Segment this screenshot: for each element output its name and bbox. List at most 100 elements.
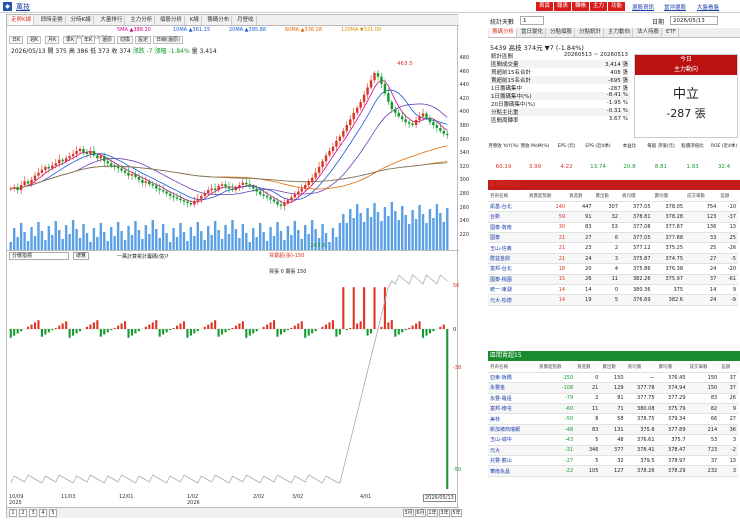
candlestick-chart[interactable]: 463.5 243.5 — [9, 55, 449, 250]
tool-0[interactable]: 日K — [9, 36, 24, 44]
tab-0[interactable]: 走勢K線 — [9, 16, 35, 25]
chip-bar — [186, 329, 189, 338]
table-row[interactable]: 玉山-城中 -43 5 48 376.61 375.7 53 3 — [488, 434, 738, 446]
volume-bar — [376, 212, 380, 250]
transfer-button[interactable]: 轉帳 — [572, 2, 590, 11]
column-header: 賣均價 — [652, 191, 685, 202]
table-row[interactable]: 富邦-台北 18 20 4 375.86 376.38 24 -20 — [488, 263, 738, 275]
chip-indicator-chart[interactable] — [9, 261, 449, 489]
tab-2[interactable]: 分時K線 — [69, 16, 94, 25]
tool-4[interactable]: 年K — [81, 36, 96, 44]
link-daytrade[interactable]: 當沖選股 — [664, 3, 686, 11]
tool-5[interactable]: 還原 — [99, 36, 116, 44]
table-row[interactable]: 玉山-信義 21 23 2 377.12 375.25 25 -26 — [488, 242, 738, 254]
table-cell: 53 — [687, 434, 720, 446]
tab-3[interactable]: 大量排行 — [98, 16, 126, 25]
volume-bar — [61, 239, 64, 250]
tool-8[interactable]: 日線(還原) — [153, 36, 183, 44]
report-button[interactable]: 報表 — [554, 2, 572, 11]
column-header: 賣出數 — [600, 362, 626, 373]
table-row[interactable]: 凱基-台北 140 447 307 377.05 378.05 754 -10 — [488, 201, 738, 213]
tool-7[interactable]: 設定 — [135, 36, 152, 44]
chip-tab-4[interactable]: 主力動向 — [606, 28, 634, 37]
chip-tab-6[interactable]: ETF — [664, 28, 679, 37]
app-icon: ◆ — [3, 2, 12, 11]
table-row[interactable]: 台新 59 91 32 378.81 378.28 123 -37 — [488, 211, 738, 223]
chip-bar — [40, 329, 43, 337]
table-row[interactable]: 元大 -31 346 377 378.41 378.47 723 -2 — [488, 445, 738, 457]
candle — [272, 199, 276, 202]
candle — [324, 155, 328, 162]
metric-value: 20.8 — [623, 164, 636, 170]
table-row[interactable]: 統一-東湖 14 14 0 380.36 375 14 9 — [488, 284, 738, 296]
link-stock-info[interactable]: 選股資訊 — [632, 3, 654, 11]
chip-bar — [342, 287, 345, 329]
range-2[interactable]: 1年 — [427, 509, 438, 517]
indicator-select[interactable]: 分散指標 — [9, 252, 69, 260]
chip-tab-1[interactable]: 當日變化 — [519, 28, 547, 37]
range-0[interactable]: 3月 — [403, 509, 414, 517]
tool-6[interactable]: 切換 — [117, 36, 134, 44]
main-force-button[interactable]: 主力 — [590, 2, 608, 11]
range-4[interactable]: 5年 — [451, 509, 462, 517]
chip-tab-5[interactable]: 法人持股 — [635, 28, 663, 37]
table-row[interactable]: 群益金鼎 21 24 3 375.87 374.75 27 -5 — [488, 253, 738, 265]
table-row[interactable]: 永豐金 -108 21 129 377.78 374.94 150 37 — [488, 382, 738, 394]
table-row[interactable]: 兆豐-龍山 -27 5 32 379.5 378.97 37 13 — [488, 455, 738, 467]
table-row[interactable]: 亞東-板橋 -150 0 150—376.45 150 37 — [488, 372, 738, 384]
chip-bar — [307, 329, 310, 336]
metric-value: 3.99 — [528, 164, 542, 170]
chip-bar — [65, 321, 68, 329]
page-3[interactable]: 3 — [29, 509, 37, 517]
candle — [134, 174, 137, 178]
chip-bar — [203, 326, 206, 329]
link-market[interactable]: 大盤看盤 — [697, 3, 719, 11]
chip-tab-3[interactable]: 分點統計 — [577, 28, 605, 37]
page-2[interactable]: 2 — [19, 509, 27, 517]
table-row[interactable]: 美林 -50 8 58 378.75 379.34 66 27 — [488, 413, 738, 425]
table-row[interactable]: 國泰-桃園 15 26 11 382.26 375.97 37 -61 — [488, 274, 738, 286]
chip-tab-0[interactable]: 籌碼分析 — [490, 28, 518, 37]
page-5[interactable]: 5 — [49, 509, 57, 517]
tab-4[interactable]: 主力分析 — [128, 16, 156, 25]
tab-1[interactable]: 即時走勢 — [39, 16, 66, 25]
home-button[interactable]: 首頁 — [536, 2, 554, 11]
tab-6[interactable]: K線 — [188, 16, 202, 25]
table-cell: 6 — [593, 232, 620, 244]
table-row[interactable]: 元大-松德 14 19 5 376.69 382.6 24 -9 — [488, 294, 738, 306]
xyear: 2025 — [9, 500, 22, 506]
volume-bar — [71, 220, 75, 250]
function-button[interactable]: 功能 — [608, 2, 626, 11]
date-input[interactable]: 2026/05/13 — [670, 16, 718, 25]
range-3[interactable]: 3年 — [439, 509, 450, 517]
table-row[interactable]: 富邦-南屯 -60 11 71 380.08 375.79 82 9 — [488, 403, 738, 415]
candle — [161, 190, 165, 192]
page-4[interactable]: 4 — [39, 509, 47, 517]
candle — [207, 190, 210, 193]
tool-2[interactable]: 月K — [45, 36, 60, 44]
tool-3[interactable]: 季K — [63, 36, 78, 44]
volume-bar — [179, 223, 182, 250]
volume-bar — [78, 238, 82, 250]
table-row[interactable]: 國泰-敦南 30 83 53 377.08 377.87 136 13 — [488, 222, 738, 234]
window-title[interactable]: 萬技 — [16, 2, 30, 12]
tool-1[interactable]: 週K — [27, 36, 42, 44]
chip-tab-2[interactable]: 分點個股 — [548, 28, 576, 37]
table-cell: 4 — [593, 263, 620, 275]
page-1[interactable]: 1 — [9, 509, 17, 517]
overview-button[interactable]: 總覽 — [73, 252, 90, 260]
candle — [297, 191, 300, 195]
table-row[interactable]: 新加坡商瑞銀 -48 83 131 375.8 377.89 214 36 — [488, 424, 738, 436]
table-row[interactable]: 國泰 21 27 6 377.05 377.88 33 25 — [488, 232, 738, 244]
tab-5[interactable]: 個股分析 — [158, 16, 186, 25]
candle — [352, 112, 355, 120]
days-select[interactable]: 1 — [520, 16, 544, 25]
table-row[interactable]: 永豐-羅遠 -79 2 81 377.75 377.29 83 26 — [488, 393, 738, 405]
table-cell: 374.94 — [656, 382, 688, 394]
tab-8[interactable]: 月營收 — [235, 16, 257, 25]
tab-7[interactable]: 籌碼分布 — [205, 16, 233, 25]
range-1[interactable]: 6月 — [415, 509, 426, 517]
table-cell: 國泰-敦南 — [488, 222, 528, 234]
table-row[interactable]: 華南永昌 -22 105 127 378.26 378.29 232 3 — [488, 465, 738, 477]
volume-bar — [241, 224, 245, 250]
